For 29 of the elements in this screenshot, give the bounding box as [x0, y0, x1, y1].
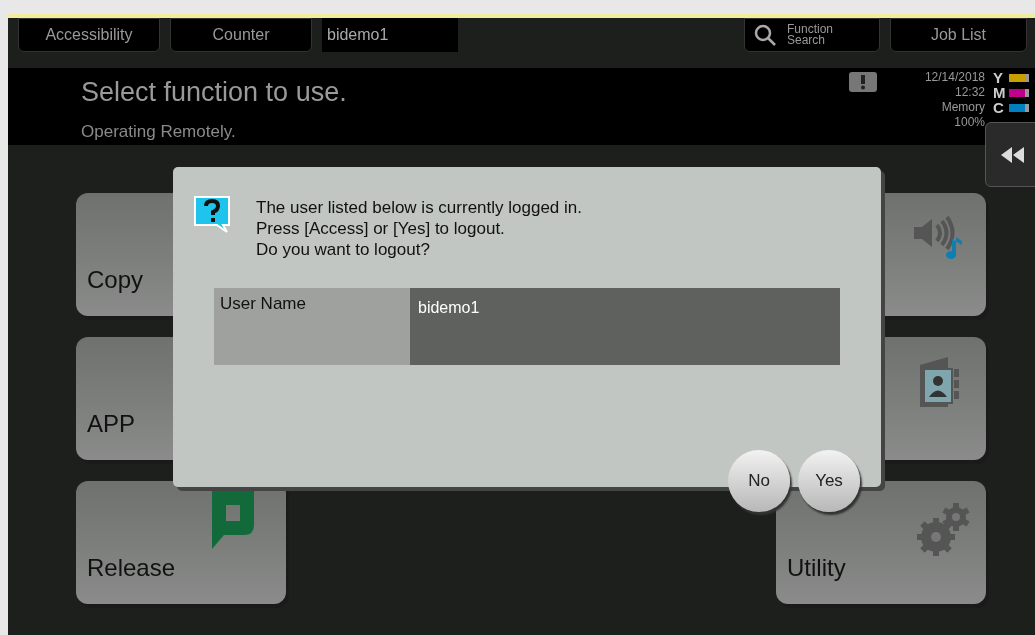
- search-icon: [753, 23, 777, 47]
- table-value-cell: bidemo1: [410, 288, 840, 365]
- job-list-button[interactable]: Job List: [890, 18, 1027, 52]
- table-header-cell: User Name: [214, 288, 410, 365]
- header-subtitle: Operating Remotely.: [81, 120, 237, 143]
- collapse-button[interactable]: [985, 122, 1035, 187]
- tile-label: APP: [87, 409, 136, 439]
- dialog-message: Do you want to logout?: [256, 239, 431, 260]
- top-button[interactable]: Accessibility: [18, 18, 160, 52]
- toner-letter: C: [993, 100, 1005, 115]
- date-text: 12/14/2018: [924, 70, 985, 85]
- top-button[interactable]: Counter: [170, 18, 312, 52]
- tile-label: Copy: [87, 265, 144, 295]
- tile-label: Utility: [787, 553, 846, 583]
- dialog-message: The user listed below is currently logged in.: [256, 197, 582, 218]
- function-search-button[interactable]: Function Search: [744, 18, 880, 52]
- toner-letter: Y: [993, 70, 1004, 85]
- user-field: bidemo1: [322, 18, 458, 52]
- toner-letter: M: [993, 85, 1005, 100]
- header-title: Select function to use.: [81, 76, 347, 109]
- question-bubble-icon: [193, 195, 231, 233]
- memory-value: 100%: [954, 115, 985, 130]
- dialog-message: Press [Access] or [Yes] to logout.: [256, 218, 506, 239]
- memory-label: Memory: [941, 100, 985, 115]
- warning-icon: [848, 72, 877, 92]
- chat-bubble-icon: [210, 491, 256, 549]
- double-left-arrow-icon: [1001, 146, 1025, 163]
- tile-label: Release: [87, 553, 176, 583]
- time-text: 12:32: [954, 85, 985, 100]
